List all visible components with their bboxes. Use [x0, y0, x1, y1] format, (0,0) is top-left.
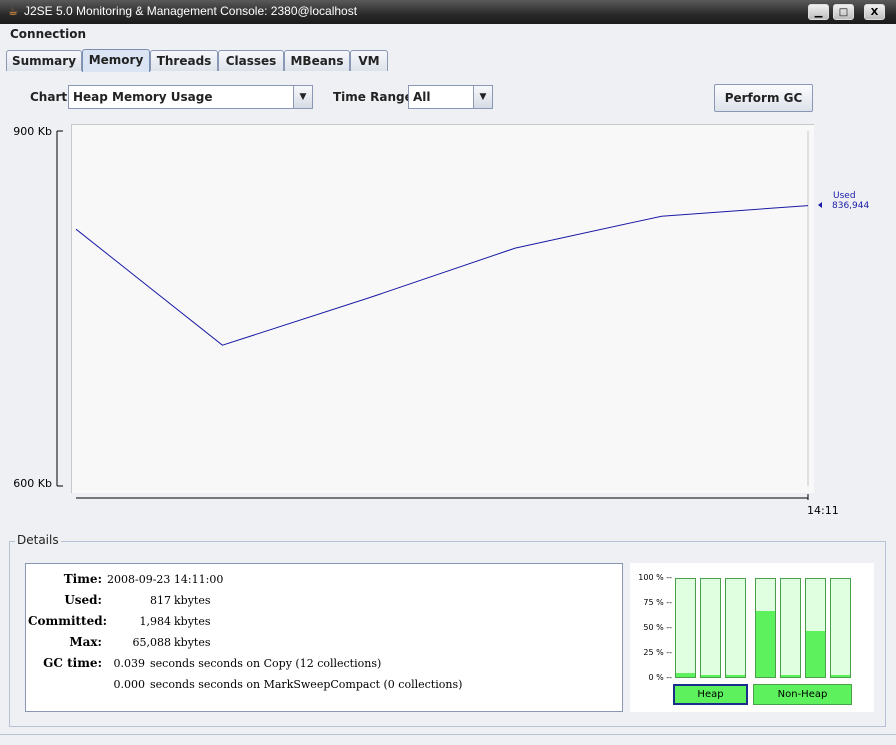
nonheap-pool-label[interactable]: Non-Heap	[753, 684, 852, 705]
detail-value-committed: 1,984	[139, 615, 172, 628]
close-button[interactable]: X	[864, 4, 885, 20]
gc-marksweep-text: seconds seconds on MarkSweepCompact (0 c…	[150, 678, 463, 691]
menu-connection[interactable]: Connection	[10, 27, 86, 41]
perform-gc-button[interactable]: Perform GC	[714, 84, 813, 112]
chevron-down-icon[interactable]: ▼	[473, 86, 492, 108]
minimize-button[interactable]: ▁	[808, 4, 829, 20]
detail-key-used: Used:	[64, 593, 102, 607]
java-cup-icon: ☕	[8, 5, 18, 18]
menu-bar: Connection	[0, 24, 896, 46]
time-range-value: All	[413, 90, 431, 104]
detail-value-max: 65,088	[132, 636, 172, 649]
gauge-fill	[781, 675, 800, 677]
detail-key-gc-time: GC time:	[43, 656, 102, 670]
detail-unit-committed: kbytes	[174, 615, 211, 628]
pct-label-100: 100 % --	[638, 573, 672, 582]
nonheap-pool-gauge[interactable]	[805, 578, 826, 678]
title-bar: ☕ J2SE 5.0 Monitoring & Management Conso…	[0, 0, 896, 24]
tab-vm[interactable]: VM	[350, 50, 388, 71]
tab-summary[interactable]: Summary	[6, 50, 82, 71]
tab-threads[interactable]: Threads	[150, 50, 218, 71]
chevron-down-icon[interactable]: ▼	[293, 86, 312, 108]
time-range-select[interactable]: All ▼	[408, 85, 493, 109]
pct-label-0: 0 % --	[648, 673, 672, 682]
pct-label-25: 25 % --	[643, 648, 672, 657]
nonheap-pool-gauge[interactable]	[755, 578, 776, 678]
time-range-label: Time Range:	[333, 90, 418, 104]
gc-copy-text: seconds seconds on Copy (12 collections)	[150, 657, 382, 670]
detail-value-time: 2008-09-23 14:11:00	[107, 573, 224, 586]
detail-key-max: Max:	[69, 635, 102, 649]
tab-mbeans[interactable]: MBeans	[284, 50, 350, 71]
chart-plot-area	[71, 124, 814, 493]
status-bar	[0, 734, 896, 745]
detail-unit-used: kbytes	[174, 594, 211, 607]
detail-value-used: 817	[150, 594, 171, 607]
details-title: Details	[15, 533, 61, 547]
nonheap-pool-gauge[interactable]	[830, 578, 851, 678]
gauge-fill	[806, 630, 825, 677]
gauge-fill	[676, 673, 695, 677]
gauge-fill	[756, 611, 775, 677]
pct-label-50: 50 % --	[643, 623, 672, 632]
chart-select-value: Heap Memory Usage	[73, 90, 213, 104]
maximize-button[interactable]: □	[833, 4, 854, 20]
detail-unit-max: kbytes	[174, 636, 211, 649]
detail-key-time: Time:	[63, 572, 102, 586]
window-title: J2SE 5.0 Monitoring & Management Console…	[24, 4, 358, 18]
tab-memory[interactable]: Memory	[82, 49, 150, 72]
gauge-fill	[701, 675, 720, 677]
tab-classes[interactable]: Classes	[218, 50, 284, 71]
heap-pool-gauge[interactable]	[700, 578, 721, 678]
heap-pool-gauge[interactable]	[725, 578, 746, 678]
heap-pool-label[interactable]: Heap	[673, 684, 748, 705]
gc-copy-seconds: 0.039	[113, 657, 146, 670]
gc-marksweep-seconds: 0.000	[113, 678, 146, 691]
nonheap-pool-gauge[interactable]	[780, 578, 801, 678]
detail-key-committed: Committed:	[28, 614, 108, 628]
pct-label-75: 75 % --	[643, 598, 672, 607]
gauge-fill	[831, 675, 850, 677]
gauge-fill	[726, 675, 745, 677]
heap-pool-gauge[interactable]	[675, 578, 696, 678]
chart-label: Chart:	[30, 90, 72, 104]
chart-select[interactable]: Heap Memory Usage ▼	[68, 85, 313, 109]
